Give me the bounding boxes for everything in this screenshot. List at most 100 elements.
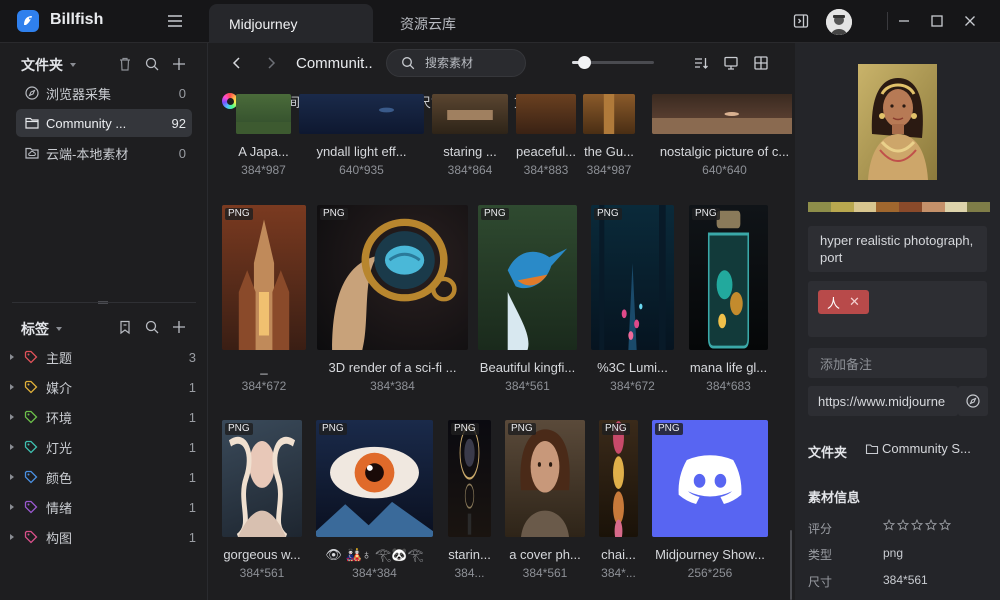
- add-folder-icon[interactable]: [171, 56, 187, 72]
- maximize-icon[interactable]: [930, 14, 944, 28]
- minimize-icon[interactable]: [897, 14, 911, 28]
- palette-swatch[interactable]: [876, 202, 899, 212]
- rating-stars[interactable]: [883, 519, 951, 531]
- prompt-text[interactable]: hyper realistic photograph, port: [808, 226, 987, 272]
- forward-arrow-icon[interactable]: [264, 56, 278, 70]
- grid-item[interactable]: PNG gorgeous w... 384*561: [222, 420, 302, 581]
- asset-thumbnail[interactable]: [516, 94, 576, 134]
- grid-item[interactable]: PNG a cover ph... 384*561: [505, 420, 585, 581]
- search-icon[interactable]: [144, 319, 160, 335]
- bookmark-icon[interactable]: [117, 319, 133, 335]
- grid-item[interactable]: PNG Beautiful kingfi... 384*561: [478, 205, 577, 394]
- tab-resource-cloud[interactable]: 资源云库: [400, 4, 520, 43]
- asset-thumbnail[interactable]: PNG: [316, 420, 433, 537]
- palette-swatch[interactable]: [853, 202, 877, 212]
- menu-icon[interactable]: [166, 13, 184, 29]
- palette-swatch[interactable]: [830, 202, 854, 212]
- palette-swatch[interactable]: [944, 202, 968, 212]
- source-url-field[interactable]: https://www.midjourne: [808, 386, 958, 416]
- folder-item[interactable]: 浏览器采集 0: [16, 79, 192, 107]
- tag-item[interactable]: 环境 1: [6, 405, 196, 429]
- tags-header[interactable]: 标签: [21, 319, 62, 339]
- search-icon[interactable]: [144, 56, 160, 72]
- grid-item[interactable]: PNG _ 384*672: [222, 205, 306, 394]
- asset-thumbnail[interactable]: PNG: [652, 420, 768, 537]
- chevron-right-icon[interactable]: [10, 384, 14, 390]
- layout-grid-icon[interactable]: [753, 55, 769, 71]
- asset-thumbnail[interactable]: [652, 94, 792, 134]
- grid-item[interactable]: staring ... 384*864: [432, 94, 508, 178]
- tag-item[interactable]: 灯光 1: [6, 435, 196, 459]
- grid-item[interactable]: PNG 3D render of a sci-fi ... 384*384: [317, 205, 468, 394]
- asset-thumbnail[interactable]: PNG: [448, 420, 491, 537]
- grid-item[interactable]: nostalgic picture of c... 640*640: [652, 94, 792, 178]
- palette-swatch[interactable]: [921, 202, 945, 212]
- search-input[interactable]: [425, 56, 505, 70]
- asset-thumbnail[interactable]: PNG: [317, 205, 468, 350]
- tag-item[interactable]: 情绪 1: [6, 495, 196, 519]
- asset-preview[interactable]: [858, 64, 937, 180]
- add-tag-icon[interactable]: [171, 319, 187, 335]
- chevron-right-icon[interactable]: [10, 534, 14, 540]
- chevron-right-icon[interactable]: [10, 474, 14, 480]
- tag-chip[interactable]: 人 ✕: [818, 290, 869, 314]
- tag-item[interactable]: 构图 1: [6, 525, 196, 549]
- star-icon[interactable]: [883, 519, 895, 531]
- grid-item[interactable]: A Japa... 384*987: [236, 94, 291, 178]
- tag-item[interactable]: 媒介 1: [6, 375, 196, 399]
- tag-item[interactable]: 颜色 1: [6, 465, 196, 489]
- grid-item[interactable]: PNG mana life gl... 384*683: [689, 205, 768, 394]
- palette-swatch[interactable]: [899, 202, 922, 212]
- star-icon[interactable]: [897, 519, 909, 531]
- grid-item[interactable]: PNG starin... 384...: [448, 420, 491, 581]
- folder-item[interactable]: 云端-本地素材 0: [16, 139, 192, 167]
- display-icon[interactable]: [723, 55, 739, 71]
- grid-item[interactable]: PNG chai... 384*...: [599, 420, 638, 581]
- trash-icon[interactable]: [117, 56, 133, 72]
- grid-item[interactable]: PNG %3C Lumi... 384*672: [591, 205, 674, 394]
- asset-thumbnail[interactable]: PNG: [505, 420, 585, 537]
- breadcrumb[interactable]: Communit..: [296, 55, 378, 72]
- grid-scrollbar[interactable]: [790, 530, 792, 600]
- grid-item[interactable]: peaceful... 384*883: [516, 94, 576, 178]
- asset-thumbnail[interactable]: PNG: [478, 205, 577, 350]
- grid-item[interactable]: PNG Midjourney Show... 256*256: [652, 420, 768, 581]
- back-arrow-icon[interactable]: [230, 56, 244, 70]
- asset-thumbnail[interactable]: PNG: [591, 205, 674, 350]
- tag-item[interactable]: 主题 3: [6, 345, 196, 369]
- tab-midjourney[interactable]: Midjourney: [209, 4, 373, 43]
- chevron-right-icon[interactable]: [10, 414, 14, 420]
- tag-box[interactable]: 人 ✕: [808, 281, 987, 337]
- close-icon[interactable]: [963, 14, 977, 28]
- asset-thumbnail[interactable]: [236, 94, 291, 134]
- star-icon[interactable]: [939, 519, 951, 531]
- grid-item[interactable]: the Gu... 384*987: [583, 94, 635, 178]
- note-input[interactable]: 添加备注: [808, 348, 987, 378]
- open-url-button[interactable]: [958, 386, 988, 416]
- asset-thumbnail[interactable]: [432, 94, 508, 134]
- chevron-right-icon[interactable]: [10, 444, 14, 450]
- chevron-right-icon[interactable]: [10, 504, 14, 510]
- remove-tag-icon[interactable]: ✕: [849, 294, 860, 310]
- folders-header[interactable]: 文件夹: [21, 55, 76, 75]
- star-icon[interactable]: [925, 519, 937, 531]
- sort-icon[interactable]: [693, 55, 709, 71]
- asset-thumbnail[interactable]: PNG: [599, 420, 638, 537]
- search-box[interactable]: [386, 49, 526, 77]
- grid-item[interactable]: yndall light eff... 640*935: [299, 94, 424, 178]
- asset-thumbnail[interactable]: [299, 94, 424, 134]
- resize-grip[interactable]: [98, 301, 108, 304]
- toggle-panel-icon[interactable]: [793, 13, 809, 29]
- grid-item[interactable]: PNG 👁 🎎♁ 𓂀🐼𓂀 384*384: [316, 420, 433, 581]
- zoom-slider[interactable]: [572, 56, 654, 69]
- asset-thumbnail[interactable]: PNG: [222, 420, 302, 537]
- asset-thumbnail[interactable]: PNG: [222, 205, 306, 350]
- zoom-slider-knob[interactable]: [578, 56, 592, 69]
- folder-value[interactable]: Community S...: [865, 441, 983, 456]
- asset-thumbnail[interactable]: PNG: [689, 205, 768, 350]
- user-avatar[interactable]: [826, 9, 852, 35]
- star-icon[interactable]: [911, 519, 923, 531]
- chevron-right-icon[interactable]: [10, 354, 14, 360]
- palette-swatch[interactable]: [967, 202, 990, 212]
- asset-thumbnail[interactable]: [583, 94, 635, 134]
